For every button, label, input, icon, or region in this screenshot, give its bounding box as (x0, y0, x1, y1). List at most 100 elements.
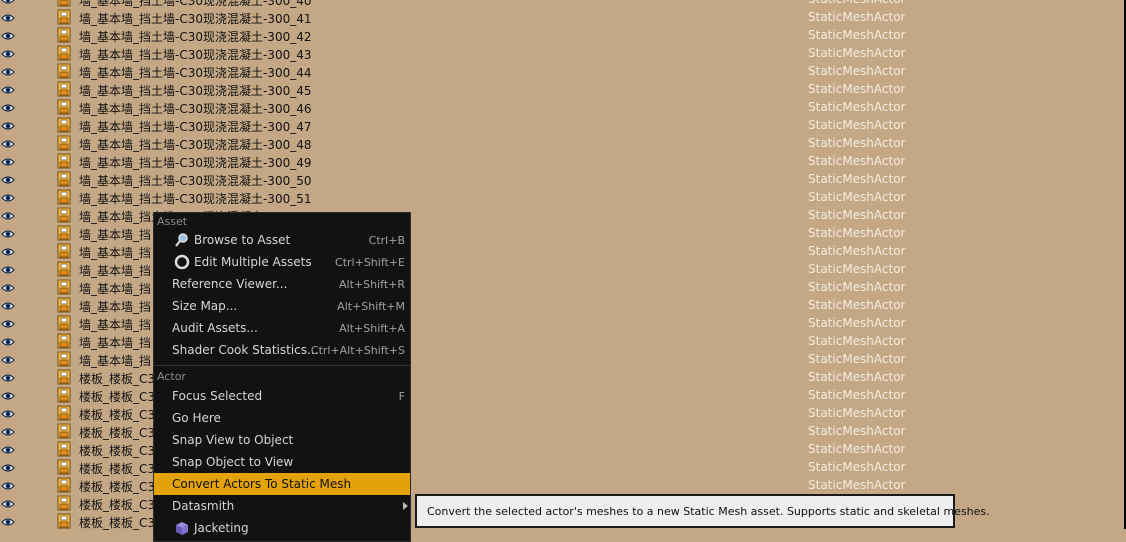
actor-name: 墙_基本墙_挡 (79, 336, 152, 350)
static-mesh-actor-icon (55, 63, 73, 79)
actor-name: 墙_基本墙_挡 (79, 282, 152, 296)
visibility-eye-icon[interactable] (1, 156, 15, 166)
actor-name: 墙_基本墙_挡土墙-C30现浇混凝土-300_41 (79, 12, 312, 26)
outliner-row[interactable]: 墙_基本墙_挡土墙-C30现浇混凝土-300_50 StaticMeshActor (0, 170, 1126, 188)
visibility-eye-icon[interactable] (1, 336, 15, 346)
outliner-row[interactable]: 墙_基本墙_挡土墙-C30现浇混凝土-300_44 StaticMeshActor (0, 62, 1126, 80)
menu-item-size-map[interactable]: Size Map... Alt+Shift+M (154, 295, 410, 317)
menu-item-go-here[interactable]: Go Here (154, 407, 410, 429)
actor-name: 楼板_楼板_C3 (79, 372, 156, 386)
menu-item-reference-viewer[interactable]: Reference Viewer... Alt+Shift+R (154, 273, 410, 295)
visibility-eye-icon[interactable] (1, 0, 15, 4)
static-mesh-actor-icon (55, 171, 73, 187)
reference-viewer-label: Reference Viewer... (172, 277, 288, 291)
actor-type: StaticMeshActor (808, 244, 906, 258)
visibility-eye-icon[interactable] (1, 354, 15, 364)
visibility-eye-icon[interactable] (1, 174, 15, 184)
actor-name: 楼板_楼板_C3 (79, 444, 156, 458)
static-mesh-actor-icon (55, 315, 73, 331)
visibility-eye-icon[interactable] (1, 300, 15, 310)
visibility-eye-icon[interactable] (1, 390, 15, 400)
actor-type: StaticMeshActor (808, 190, 906, 204)
visibility-eye-icon[interactable] (1, 138, 15, 148)
shader-cook-statistics-shortcut: Ctrl+Alt+Shift+S (310, 344, 405, 357)
actor-name: 墙_基本墙_挡土墙-C30现浇混凝土-300_42 (79, 30, 312, 44)
static-mesh-actor-icon (55, 477, 73, 493)
outliner-row[interactable]: 墙_基本墙_挡土墙-C30现浇混凝土-300_41 StaticMeshActor (0, 8, 1126, 26)
actor-name: 墙_基本墙_挡土墙-C30现浇混凝土-300_46 (79, 102, 312, 116)
static-mesh-actor-icon (55, 45, 73, 61)
actor-type: StaticMeshActor (808, 406, 906, 420)
menu-item-browse-to-asset[interactable]: Browse to Asset Ctrl+B (154, 229, 410, 251)
menu-item-datasmith[interactable]: Datasmith (154, 495, 410, 517)
visibility-eye-icon[interactable] (1, 66, 15, 76)
visibility-eye-icon[interactable] (1, 48, 15, 58)
actor-name: 墙_基本墙_挡土墙-C30现浇混凝土-300_49 (79, 156, 312, 170)
visibility-eye-icon[interactable] (1, 318, 15, 328)
menu-item-snap-view-to-object[interactable]: Snap View to Object (154, 429, 410, 451)
audit-assets-shortcut: Alt+Shift+A (339, 322, 405, 335)
visibility-eye-icon[interactable] (1, 498, 15, 508)
jacketing-label: Jacketing (194, 521, 249, 535)
visibility-eye-icon[interactable] (1, 426, 15, 436)
actor-name: 楼板_楼板_C3 (79, 426, 156, 440)
actor-name: 墙_基本墙_挡 (79, 318, 152, 332)
actor-name: 楼板_楼板_C3 (79, 462, 156, 476)
visibility-eye-icon[interactable] (1, 282, 15, 292)
snap-view-to-object-label: Snap View to Object (172, 433, 294, 447)
actor-name: 墙_基本墙_挡土墙-C30现浇混凝土-300_48 (79, 138, 312, 152)
static-mesh-actor-icon (55, 0, 73, 7)
snap-object-to-view-label: Snap Object to View (172, 455, 294, 469)
section-header-actor: Actor (157, 370, 186, 383)
menu-item-convert-actors-to-static-mesh[interactable]: Convert Actors To Static Mesh (154, 473, 410, 495)
visibility-eye-icon[interactable] (1, 516, 15, 526)
visibility-eye-icon[interactable] (1, 444, 15, 454)
menu-item-shader-cook-statistics[interactable]: Shader Cook Statistics... Ctrl+Alt+Shift… (154, 339, 410, 361)
visibility-eye-icon[interactable] (1, 228, 15, 238)
visibility-eye-icon[interactable] (1, 246, 15, 256)
visibility-eye-icon[interactable] (1, 120, 15, 130)
circle-icon (174, 254, 190, 270)
outliner-row[interactable]: 墙_基本墙_挡土墙-C30现浇混凝土-300_40StaticMeshActor (0, 0, 1126, 8)
edit-multiple-assets-label: Edit Multiple Assets (194, 255, 312, 269)
actor-name: 墙_基本墙_挡土墙-C30现浇混凝土-300_51 (79, 192, 312, 206)
visibility-eye-icon[interactable] (1, 462, 15, 472)
outliner-row[interactable]: 墙_基本墙_挡土墙-C30现浇混凝土-300_48 StaticMeshActor (0, 134, 1126, 152)
outliner-row[interactable]: 墙_基本墙_挡土墙-C30现浇混凝土-300_51 StaticMeshActor (0, 188, 1126, 206)
outliner-row[interactable]: 墙_基本墙_挡土墙-C30现浇混凝土-300_43 StaticMeshActor (0, 44, 1126, 62)
static-mesh-actor-icon (55, 369, 73, 385)
menu-item-edit-multiple-assets[interactable]: Edit Multiple Assets Ctrl+Shift+E (154, 251, 410, 273)
static-mesh-actor-icon (55, 405, 73, 421)
visibility-eye-icon[interactable] (1, 264, 15, 274)
outliner-row[interactable]: 墙_基本墙_挡土墙-C30现浇混凝土-300_46 StaticMeshActor (0, 98, 1126, 116)
static-mesh-actor-icon (55, 333, 73, 349)
actor-type: StaticMeshActor (808, 136, 906, 150)
static-mesh-actor-icon (55, 117, 73, 133)
visibility-eye-icon[interactable] (1, 210, 15, 220)
reference-viewer-shortcut: Alt+Shift+R (339, 278, 405, 291)
visibility-eye-icon[interactable] (1, 12, 15, 22)
go-here-label: Go Here (172, 411, 221, 425)
visibility-eye-icon[interactable] (1, 408, 15, 418)
visibility-eye-icon[interactable] (1, 372, 15, 382)
visibility-eye-icon[interactable] (1, 102, 15, 112)
actor-name: 墙_基本墙_挡 (79, 228, 152, 242)
actor-type: StaticMeshActor (808, 478, 906, 492)
outliner-row[interactable]: 墙_基本墙_挡土墙-C30现浇混凝土-300_42 StaticMeshActor (0, 26, 1126, 44)
static-mesh-actor-icon (55, 297, 73, 313)
visibility-eye-icon[interactable] (1, 480, 15, 490)
menu-item-audit-assets[interactable]: Audit Assets... Alt+Shift+A (154, 317, 410, 339)
menu-item-snap-object-to-view[interactable]: Snap Object to View (154, 451, 410, 473)
outliner-row[interactable]: 墙_基本墙_挡土墙-C30现浇混凝土-300_49 StaticMeshActor (0, 152, 1126, 170)
outliner-row[interactable]: 墙_基本墙_挡土墙-C30现浇混凝土-300_45 StaticMeshActor (0, 80, 1126, 98)
actor-type: StaticMeshActor (808, 424, 906, 438)
visibility-eye-icon[interactable] (1, 84, 15, 94)
menu-item-jacketing[interactable]: Jacketing (154, 517, 410, 539)
static-mesh-actor-icon (55, 459, 73, 475)
menu-item-focus-selected[interactable]: Focus Selected F (154, 385, 410, 407)
outliner-row[interactable]: 墙_基本墙_挡土墙-C30现浇混凝土-300_47 StaticMeshActor (0, 116, 1126, 134)
visibility-eye-icon[interactable] (1, 192, 15, 202)
visibility-eye-icon[interactable] (1, 30, 15, 40)
actor-type: StaticMeshActor (808, 118, 906, 132)
convert-actors-label: Convert Actors To Static Mesh (172, 477, 352, 491)
